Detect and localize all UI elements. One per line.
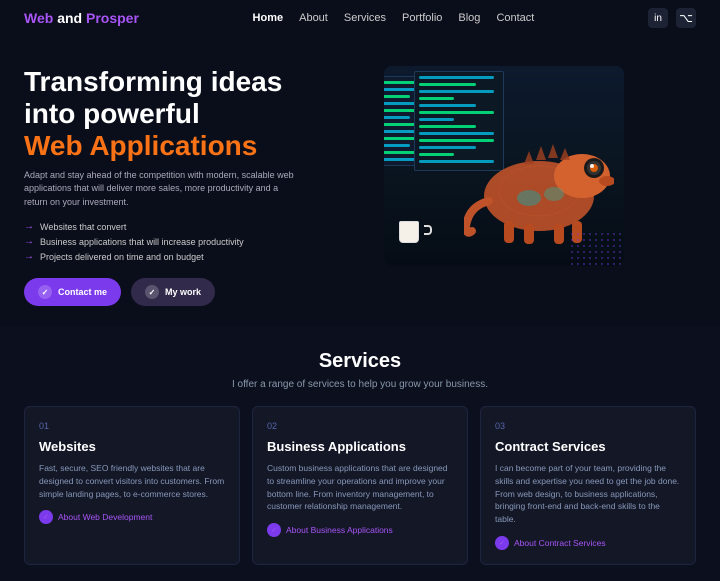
nav-contact[interactable]: Contact bbox=[496, 12, 534, 24]
services-header: Services I offer a range of services to … bbox=[24, 350, 696, 390]
bullet-2: Business applications that will increase… bbox=[24, 236, 364, 247]
nav-portfolio[interactable]: Portfolio bbox=[402, 12, 442, 24]
code-line bbox=[384, 95, 410, 98]
social-icons: in ⌥ bbox=[648, 8, 696, 28]
nav-services[interactable]: Services bbox=[344, 12, 386, 24]
contact-icon: ✓ bbox=[38, 285, 52, 299]
site-logo[interactable]: Web and Prosper bbox=[24, 10, 139, 26]
service-link-icon-1: ✓ bbox=[39, 510, 53, 524]
service-num-3: 03 bbox=[495, 421, 681, 431]
hero-title-highlight: Web Applications bbox=[24, 130, 257, 161]
service-link-label-3: About Contract Services bbox=[514, 538, 606, 548]
service-desc-3: I can become part of your team, providin… bbox=[495, 462, 681, 526]
hero-content: Transforming ideas into powerful Web App… bbox=[24, 66, 364, 306]
service-desc-2: Custom business applications that are de… bbox=[267, 462, 453, 513]
chameleon-image bbox=[464, 116, 614, 246]
bullet-1: Websites that convert bbox=[24, 221, 364, 232]
service-card-websites: 01 Websites Fast, secure, SEO friendly w… bbox=[24, 406, 240, 565]
service-link-label-1: About Web Development bbox=[58, 512, 152, 522]
code-line bbox=[419, 90, 494, 93]
code-line bbox=[419, 104, 476, 107]
github-icon[interactable]: ⌥ bbox=[676, 8, 696, 28]
logo-text-and: and bbox=[53, 10, 86, 26]
bullet-3: Projects delivered on time and on budget bbox=[24, 251, 364, 262]
linkedin-icon[interactable]: in bbox=[648, 8, 668, 28]
code-line bbox=[384, 116, 410, 119]
service-link-3[interactable]: ✓ About Contract Services bbox=[495, 536, 681, 550]
service-num-1: 01 bbox=[39, 421, 225, 431]
services-section: Services I offer a range of services to … bbox=[0, 326, 720, 581]
hero-buttons: ✓ Contact me ✓ My work bbox=[24, 278, 364, 306]
contact-label: Contact me bbox=[58, 287, 107, 297]
code-line bbox=[419, 97, 454, 100]
service-desc-1: Fast, secure, SEO friendly websites that… bbox=[39, 462, 225, 500]
nav-about[interactable]: About bbox=[299, 12, 328, 24]
service-name-1: Websites bbox=[39, 439, 225, 454]
dots-decoration bbox=[569, 231, 624, 266]
contact-button[interactable]: ✓ Contact me bbox=[24, 278, 121, 306]
navbar: Web and Prosper Home About Services Port… bbox=[0, 0, 720, 36]
service-card-apps: 02 Business Applications Custom business… bbox=[252, 406, 468, 565]
logo-text-prosper: Prosper bbox=[86, 10, 139, 26]
my-work-button[interactable]: ✓ My work bbox=[131, 278, 215, 306]
work-icon: ✓ bbox=[145, 285, 159, 299]
hero-title-line2: into powerful bbox=[24, 98, 200, 129]
service-name-2: Business Applications bbox=[267, 439, 453, 454]
service-num-2: 02 bbox=[267, 421, 453, 431]
service-name-3: Contract Services bbox=[495, 439, 681, 454]
hero-section: Transforming ideas into powerful Web App… bbox=[0, 36, 720, 326]
logo-text-web: Web bbox=[24, 10, 53, 26]
work-label: My work bbox=[165, 287, 201, 297]
services-subtitle: I offer a range of services to help you … bbox=[24, 379, 696, 390]
hero-title-line1: Transforming ideas bbox=[24, 66, 282, 97]
code-line bbox=[419, 118, 454, 121]
nav-links: Home About Services Portfolio Blog Conta… bbox=[253, 12, 535, 24]
service-link-icon-3: ✓ bbox=[495, 536, 509, 550]
code-line bbox=[419, 83, 476, 86]
code-line bbox=[419, 111, 494, 114]
code-line bbox=[384, 144, 410, 147]
service-card-contract: 03 Contract Services I can become part o… bbox=[480, 406, 696, 565]
service-link-1[interactable]: ✓ About Web Development bbox=[39, 510, 225, 524]
hero-title: Transforming ideas into powerful Web App… bbox=[24, 66, 364, 163]
services-title: Services bbox=[24, 350, 696, 373]
coffee-cup bbox=[399, 221, 424, 251]
service-link-label-2: About Business Applications bbox=[286, 525, 393, 535]
hero-description: Adapt and stay ahead of the competition … bbox=[24, 169, 304, 210]
nav-home[interactable]: Home bbox=[253, 12, 284, 24]
services-grid: 01 Websites Fast, secure, SEO friendly w… bbox=[24, 406, 696, 565]
hero-image-container bbox=[384, 66, 624, 266]
nav-blog[interactable]: Blog bbox=[458, 12, 480, 24]
service-link-icon-2: ✓ bbox=[267, 523, 281, 537]
hero-image bbox=[384, 66, 624, 266]
code-line bbox=[419, 153, 454, 156]
service-link-2[interactable]: ✓ About Business Applications bbox=[267, 523, 453, 537]
hero-bullets: Websites that convert Business applicati… bbox=[24, 221, 364, 262]
code-line bbox=[419, 76, 494, 79]
